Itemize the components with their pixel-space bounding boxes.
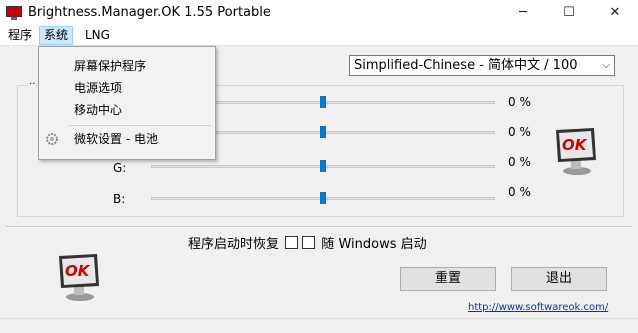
menu-program[interactable]: 程序: [4, 27, 36, 44]
title-bar: Brightness.Manager.OK 1.55 Portable ─ ☐ …: [0, 0, 638, 26]
menu-bar: 程序 系统 LNG: [0, 26, 638, 46]
percent-value: 0 %: [508, 185, 531, 199]
channel-label: G:: [113, 161, 127, 175]
ok-logo-icon: OK: [556, 128, 596, 175]
divider: [6, 226, 632, 227]
brightness-slider-thumb[interactable]: [320, 96, 326, 108]
ok-logo-icon: OK: [59, 254, 99, 301]
system-dropdown-menu: 屏幕保护程序 电源选项 移动中心 微软设置 - 电池: [38, 46, 216, 160]
menu-item-screensaver[interactable]: 屏幕保护程序: [39, 55, 215, 77]
website-link[interactable]: http://www.softwareok.com/: [468, 302, 608, 313]
channel-label: B:: [113, 192, 126, 206]
green-slider-thumb[interactable]: [320, 160, 326, 172]
close-button[interactable]: ✕: [592, 0, 638, 26]
menu-separator: [69, 125, 211, 126]
start-with-windows-checkbox[interactable]: [302, 236, 316, 249]
percent-value: 0 %: [508, 95, 531, 109]
restore-option-row: 程序启动时恢复 随 Windows 启动: [188, 233, 427, 252]
menu-item-label: 电源选项: [74, 81, 123, 95]
gear-icon: [46, 133, 58, 145]
restore-on-start-label: 程序启动时恢复: [188, 237, 280, 252]
maximize-button[interactable]: ☐: [546, 0, 592, 26]
menu-item-label: 微软设置 - 电池: [74, 132, 158, 146]
exit-button[interactable]: 退出: [511, 267, 607, 291]
chevron-down-icon: ⌵: [602, 60, 610, 71]
language-select[interactable]: Simplified-Chinese - 简体中文 / 100 ⌵: [349, 55, 615, 76]
menu-item-ms-settings-battery[interactable]: 微软设置 - 电池: [39, 128, 215, 150]
minimize-button[interactable]: ─: [500, 0, 546, 26]
red-slider-thumb[interactable]: [320, 126, 326, 138]
language-select-value: Simplified-Chinese - 简体中文 / 100: [354, 58, 578, 73]
percent-value: 0 %: [508, 125, 531, 139]
window-title: Brightness.Manager.OK 1.55 Portable: [28, 5, 271, 20]
group-label: ··: [28, 79, 37, 90]
bottom-divider: [0, 318, 638, 319]
menu-system[interactable]: 系统: [39, 26, 74, 45]
windows-startup-label: Windows 启动: [338, 237, 427, 252]
menu-item-label: 移动中心: [74, 103, 123, 117]
menu-lng[interactable]: LNG: [81, 27, 114, 44]
logo-text: OK: [65, 262, 91, 280]
logo-text: OK: [562, 136, 588, 154]
menu-item-power-options[interactable]: 电源选项: [39, 77, 215, 99]
menu-item-label: 屏幕保护程序: [74, 59, 147, 73]
app-icon: [6, 6, 22, 20]
start-with-label: 随: [321, 237, 335, 252]
reset-button[interactable]: 重置: [400, 267, 496, 291]
blue-slider-thumb[interactable]: [320, 192, 326, 204]
menu-item-mobility-center[interactable]: 移动中心: [39, 99, 215, 121]
restore-on-start-checkbox[interactable]: [285, 236, 299, 249]
percent-value: 0 %: [508, 155, 531, 169]
